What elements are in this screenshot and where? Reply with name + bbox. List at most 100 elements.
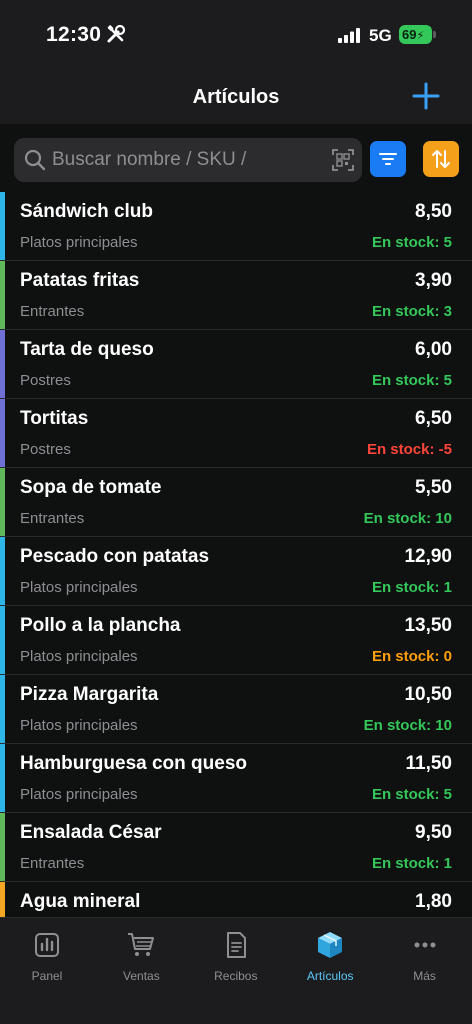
- category-color-bar: [0, 744, 5, 812]
- category-color-bar: [0, 813, 5, 881]
- item-name: Sopa de tomate: [20, 477, 162, 498]
- item-name: Tortitas: [20, 408, 89, 429]
- chart-icon: [35, 933, 59, 957]
- tab-label: Ventas: [123, 969, 160, 983]
- status-bar: 12:30 5G 69⚡: [0, 0, 472, 70]
- item-stock: En stock: 5: [371, 234, 452, 251]
- item-stock: En stock: 1: [371, 579, 452, 596]
- list-item[interactable]: Agua mineral 1,80: [0, 882, 472, 917]
- receipt-icon: [226, 932, 246, 958]
- page-title: Artículos: [192, 86, 280, 108]
- item-stock: En stock: 10: [363, 717, 452, 734]
- item-category: Entrantes: [20, 303, 85, 320]
- list-item[interactable]: Tarta de queso 6,00 Postres En stock: 5: [0, 330, 472, 399]
- category-color-bar: [0, 261, 5, 329]
- category-color-bar: [0, 330, 5, 398]
- item-price: 9,50: [415, 822, 452, 843]
- charging-bolt-icon: ⚡: [416, 30, 425, 42]
- list-item[interactable]: Pescado con patatas 12,90 Platos princip…: [0, 537, 472, 606]
- filter-icon: [379, 153, 397, 165]
- category-color-bar: [0, 192, 5, 260]
- search-icon: [24, 149, 46, 171]
- category-color-bar: [0, 537, 5, 605]
- tab-recibos[interactable]: Recibos: [189, 930, 283, 983]
- tab-ventas[interactable]: Ventas: [94, 930, 188, 983]
- item-category: Platos principales: [20, 234, 138, 251]
- list-item[interactable]: Pollo a la plancha 13,50 Platos principa…: [0, 606, 472, 675]
- item-stock: En stock: 10: [363, 510, 452, 527]
- tab-panel[interactable]: Panel: [0, 930, 94, 983]
- search-toolbar: [0, 124, 472, 192]
- item-stock: En stock: 0: [371, 648, 452, 665]
- nav-bar: Artículos: [0, 70, 472, 124]
- tools-icon: [107, 24, 126, 43]
- category-color-bar: [0, 882, 5, 917]
- item-name: Pizza Margarita: [20, 684, 159, 705]
- tab-bar: Panel Ventas Recibos Artículos Más: [0, 917, 472, 1024]
- signal-icon: [338, 28, 360, 43]
- tab-articulos[interactable]: Artículos: [283, 930, 377, 983]
- item-category: Platos principales: [20, 717, 138, 734]
- list-item[interactable]: Pizza Margarita 10,50 Platos principales…: [0, 675, 472, 744]
- search-box[interactable]: [14, 138, 362, 182]
- list-item[interactable]: Patatas fritas 3,90 Entrantes En stock: …: [0, 261, 472, 330]
- item-price: 10,50: [404, 684, 452, 705]
- item-stock: En stock: -5: [366, 441, 452, 458]
- item-price: 6,50: [415, 408, 452, 429]
- item-name: Patatas fritas: [20, 270, 140, 291]
- category-color-bar: [0, 606, 5, 674]
- item-category: Platos principales: [20, 579, 138, 596]
- filter-button[interactable]: [370, 141, 406, 177]
- network-label: 5G: [369, 26, 392, 45]
- item-name: Pescado con patatas: [20, 546, 210, 567]
- cart-icon: [128, 933, 155, 956]
- tab-label: Más: [413, 969, 436, 983]
- items-list: Sándwich club 8,50 Platos principales En…: [0, 192, 472, 917]
- item-price: 5,50: [415, 477, 452, 498]
- item-name: Tarta de queso: [20, 339, 154, 360]
- item-price: 12,90: [404, 546, 452, 567]
- tab-label: Panel: [31, 969, 63, 983]
- item-price: 11,50: [405, 753, 453, 774]
- sort-button[interactable]: [423, 141, 459, 177]
- list-item[interactable]: Tortitas 6,50 Postres En stock: -5: [0, 399, 472, 468]
- item-name: Hamburguesa con queso: [20, 753, 247, 774]
- item-price: 8,50: [415, 201, 452, 222]
- item-stock: En stock: 1: [371, 855, 452, 872]
- list-item[interactable]: Sopa de tomate 5,50 Entrantes En stock: …: [0, 468, 472, 537]
- item-category: Entrantes: [20, 510, 85, 527]
- category-color-bar: [0, 399, 5, 467]
- item-price: 1,80: [415, 891, 452, 912]
- battery-tip: [433, 31, 436, 38]
- tab-label: Recibos: [214, 969, 258, 983]
- item-category: Platos principales: [20, 786, 138, 803]
- item-name: Agua mineral: [20, 891, 141, 912]
- add-item-button[interactable]: [410, 80, 442, 112]
- item-price: 6,00: [415, 339, 452, 360]
- item-name: Pollo a la plancha: [20, 615, 181, 636]
- tab-mas[interactable]: Más: [378, 930, 472, 983]
- list-item[interactable]: Ensalada César 9,50 Entrantes En stock: …: [0, 813, 472, 882]
- search-input[interactable]: [52, 138, 322, 182]
- item-category: Postres: [20, 441, 71, 458]
- category-color-bar: [0, 675, 5, 743]
- tab-label: Artículos: [306, 969, 354, 983]
- item-name: Sándwich club: [20, 201, 154, 222]
- battery-level: 69: [402, 27, 417, 42]
- barcode-scan-icon[interactable]: [332, 149, 354, 171]
- item-category: Platos principales: [20, 648, 138, 665]
- list-item[interactable]: Sándwich club 8,50 Platos principales En…: [0, 192, 472, 261]
- list-item[interactable]: Hamburguesa con queso 11,50 Platos princ…: [0, 744, 472, 813]
- battery-icon: 69⚡: [399, 25, 432, 44]
- item-stock: En stock: 3: [371, 303, 452, 320]
- box-icon: [318, 932, 343, 958]
- category-color-bar: [0, 468, 5, 536]
- item-price: 13,50: [404, 615, 452, 636]
- status-time: 12:30: [46, 23, 102, 46]
- item-price: 3,90: [415, 270, 452, 291]
- item-category: Postres: [20, 372, 71, 389]
- item-stock: En stock: 5: [371, 786, 452, 803]
- sort-icon: [432, 150, 450, 168]
- item-category: Entrantes: [20, 855, 85, 872]
- item-stock: En stock: 5: [371, 372, 452, 389]
